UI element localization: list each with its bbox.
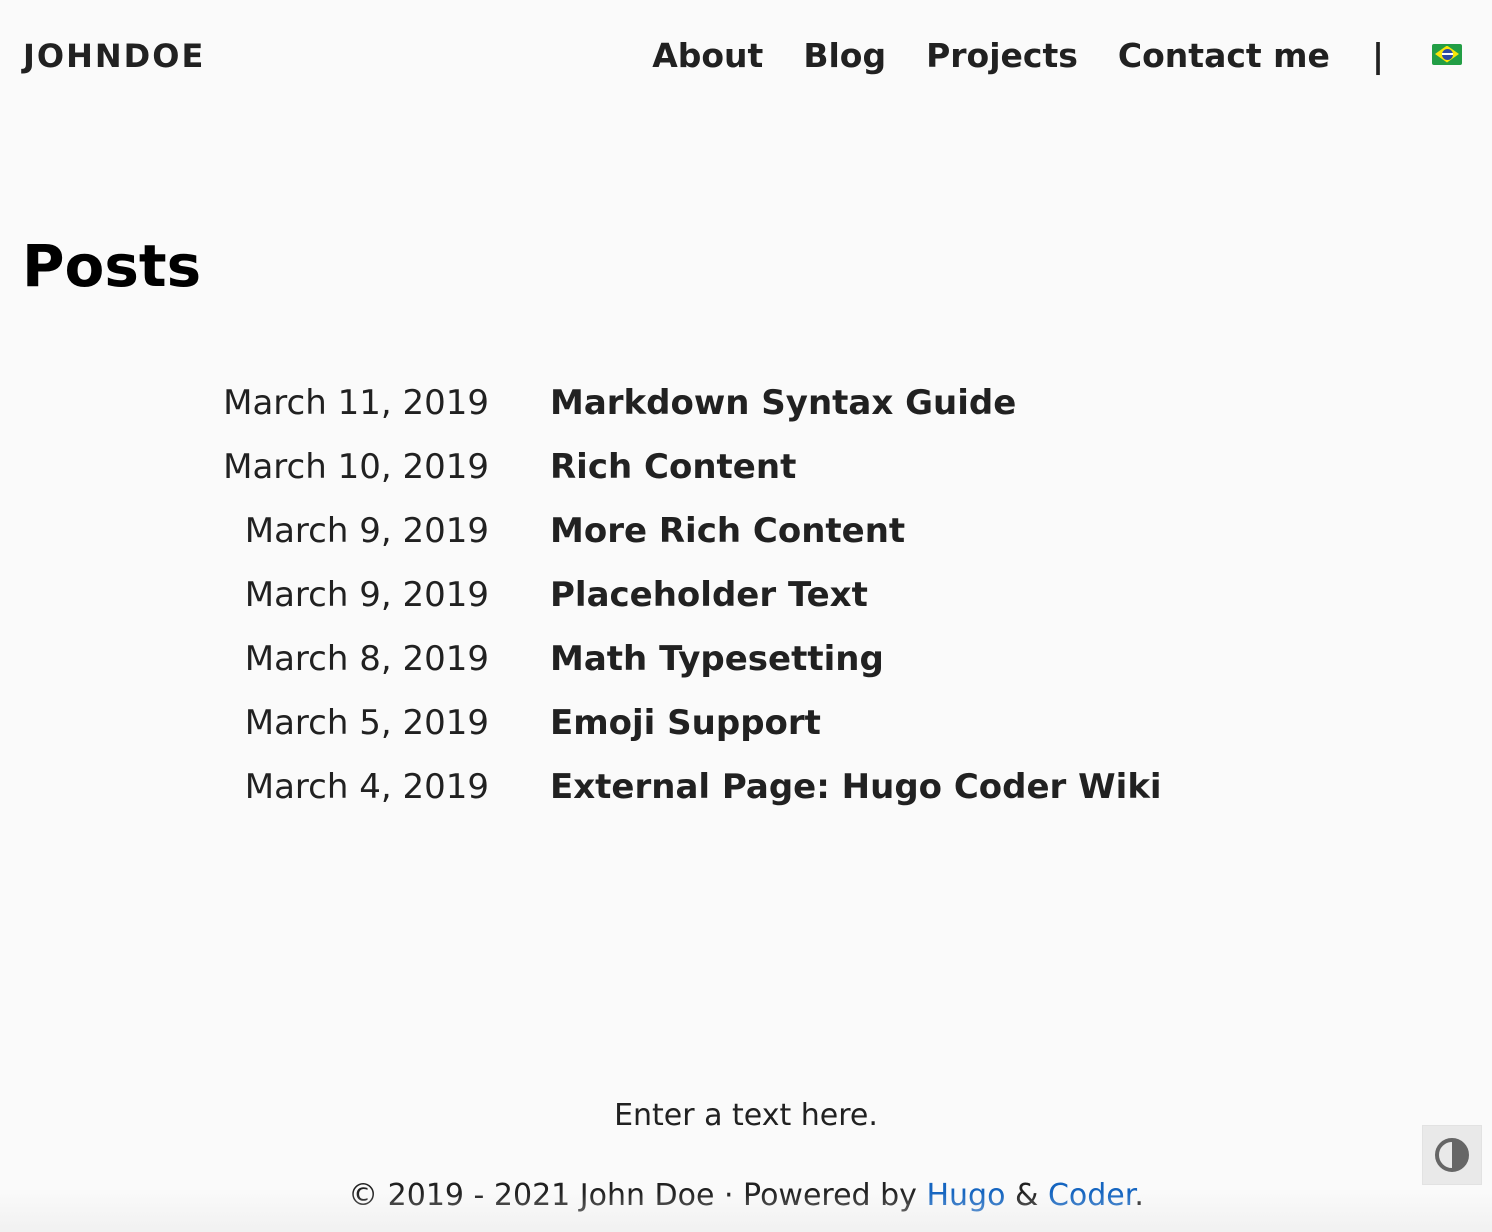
contrast-icon <box>1435 1138 1469 1172</box>
post-item: March 10, 2019 Rich Content <box>0 435 1492 499</box>
nav-menu: About Blog Projects Contact me | <box>652 34 1462 78</box>
footer-text: Enter a text here. <box>614 1098 878 1133</box>
post-title-link[interactable]: Placeholder Text <box>550 571 868 619</box>
post-date: March 8, 2019 <box>244 639 489 679</box>
post-date: March 10, 2019 <box>223 447 489 487</box>
post-item: March 9, 2019 More Rich Content <box>0 499 1492 563</box>
post-item: March 8, 2019 Math Typesetting <box>0 627 1492 691</box>
navbar: JOHNDOE About Blog Projects Contact me | <box>0 0 1492 112</box>
post-date: March 9, 2019 <box>244 511 489 551</box>
page-title: Posts <box>22 232 202 300</box>
nav-item-about[interactable]: About <box>652 34 763 78</box>
site-brand[interactable]: JOHNDOE <box>23 36 205 76</box>
hugo-link[interactable]: Hugo <box>926 1178 1005 1213</box>
post-list: March 11, 2019 Markdown Syntax Guide Mar… <box>0 371 1492 819</box>
post-item: March 9, 2019 Placeholder Text <box>0 563 1492 627</box>
copyright-text: © 2019 - 2021 John Doe · Powered by <box>348 1178 927 1213</box>
post-item: March 11, 2019 Markdown Syntax Guide <box>0 371 1492 435</box>
post-date: March 4, 2019 <box>244 767 489 807</box>
post-title-link[interactable]: Math Typesetting <box>550 635 884 683</box>
coder-link[interactable]: Coder <box>1048 1178 1134 1213</box>
nav-item-projects[interactable]: Projects <box>926 34 1078 78</box>
flag-band <box>1442 52 1453 55</box>
post-item: March 4, 2019 External Page: Hugo Coder … <box>0 755 1492 819</box>
footer-copyright: © 2019 - 2021 John Doe · Powered by Hugo… <box>0 1176 1492 1216</box>
post-date: March 5, 2019 <box>244 703 489 743</box>
post-title-link[interactable]: More Rich Content <box>550 507 905 555</box>
post-date: March 11, 2019 <box>223 383 489 423</box>
nav-separator: | <box>1371 36 1384 75</box>
post-date: March 9, 2019 <box>244 575 489 615</box>
brazil-flag-icon[interactable] <box>1432 43 1462 65</box>
period-text: . <box>1134 1178 1144 1213</box>
nav-item-blog[interactable]: Blog <box>803 34 886 78</box>
nav-item-contact[interactable]: Contact me <box>1118 34 1330 78</box>
post-title-link[interactable]: Emoji Support <box>550 699 821 747</box>
post-title-link[interactable]: Markdown Syntax Guide <box>550 379 1016 427</box>
post-title-link[interactable]: Rich Content <box>550 443 796 491</box>
post-title-link[interactable]: External Page: Hugo Coder Wiki <box>550 763 1162 811</box>
color-scheme-toggle-button[interactable] <box>1422 1125 1482 1185</box>
ampersand-text: & <box>1005 1178 1048 1213</box>
post-item: March 5, 2019 Emoji Support <box>0 691 1492 755</box>
